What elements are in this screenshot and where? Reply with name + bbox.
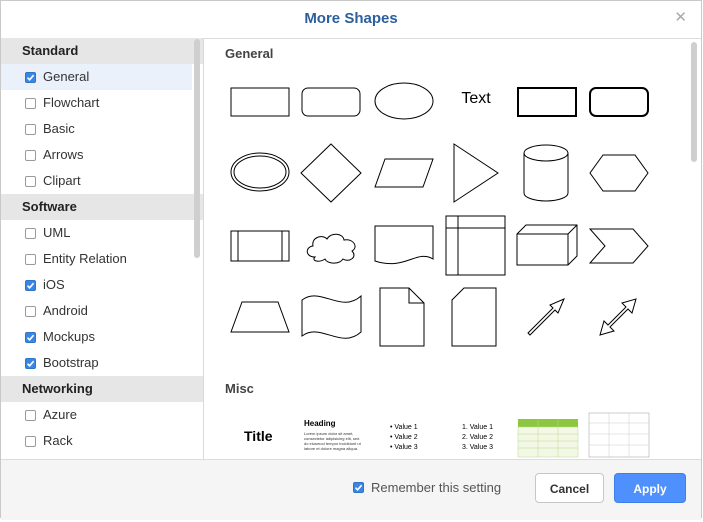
cancel-button[interactable]: Cancel bbox=[535, 473, 604, 503]
list-item: 3. Value 3 bbox=[462, 444, 494, 451]
title-shape[interactable]: Title bbox=[244, 428, 273, 444]
library-item-flowchart[interactable]: Flowchart bbox=[1, 90, 192, 116]
library-item-entity-relation[interactable]: Entity Relation bbox=[1, 246, 192, 272]
list-item: • Value 1 bbox=[390, 424, 418, 431]
hexagon-shape[interactable] bbox=[587, 152, 651, 194]
library-sidebar[interactable]: Standard General Flowchart Basic Arrows … bbox=[1, 38, 204, 459]
document-shape[interactable] bbox=[371, 223, 437, 271]
library-item-label: Clipart bbox=[43, 173, 81, 188]
group-header-networking: Networking bbox=[1, 376, 203, 402]
checkbox-android[interactable] bbox=[25, 305, 36, 317]
dialog-title: More Shapes bbox=[304, 10, 398, 27]
library-item-label: Android bbox=[43, 303, 88, 318]
library-item-android[interactable]: Android bbox=[1, 298, 192, 324]
note-shape[interactable] bbox=[376, 285, 428, 349]
library-item-arrows[interactable]: Arrows bbox=[1, 142, 192, 168]
library-item-label: Rack bbox=[43, 433, 73, 448]
plain-table-shape[interactable] bbox=[588, 412, 652, 458]
library-item-label: General bbox=[43, 69, 90, 84]
double-arrow-shape[interactable] bbox=[594, 293, 642, 341]
dialog-titlebar: More Shapes ✕ bbox=[1, 1, 701, 39]
trapezoid-shape[interactable] bbox=[228, 298, 292, 336]
checkbox-azure[interactable] bbox=[25, 409, 36, 421]
heading-body-text: Lorem ipsum dolor sit amet, consectetur … bbox=[304, 431, 361, 451]
library-item-label: Flowchart bbox=[43, 95, 100, 110]
library-item-label: Entity Relation bbox=[43, 251, 127, 266]
dialog-footer: Remember this setting Cancel Apply bbox=[1, 459, 701, 520]
tape-shape[interactable] bbox=[299, 290, 365, 342]
card-shape[interactable] bbox=[448, 285, 500, 349]
section-title-general: General bbox=[225, 46, 274, 61]
library-item-rack[interactable]: Rack bbox=[1, 428, 192, 454]
library-item-clipart[interactable]: Clipart bbox=[1, 168, 192, 194]
step-shape[interactable] bbox=[587, 226, 651, 266]
remember-setting[interactable]: Remember this setting bbox=[353, 480, 501, 495]
library-item-label: Basic bbox=[43, 121, 75, 136]
parallelogram-shape[interactable] bbox=[371, 156, 437, 190]
checkbox-uml[interactable] bbox=[25, 227, 36, 239]
bulleted-list-shape[interactable]: • Value 1 • Value 2 • Value 3 bbox=[390, 423, 418, 453]
library-item-uml[interactable]: UML bbox=[1, 220, 192, 246]
preview-scrollbar[interactable] bbox=[691, 42, 697, 162]
text-shape[interactable]: Text bbox=[444, 90, 508, 108]
library-item-label: Arrows bbox=[43, 147, 84, 162]
double-ellipse-shape[interactable] bbox=[228, 150, 292, 194]
ellipse-shape[interactable] bbox=[371, 81, 437, 121]
list-item: 2. Value 2 bbox=[462, 434, 494, 441]
rectangle-shape[interactable] bbox=[228, 83, 292, 119]
library-item-label: Bootstrap bbox=[43, 355, 99, 370]
remember-label: Remember this setting bbox=[371, 480, 502, 495]
single-arrow-shape[interactable] bbox=[522, 293, 570, 341]
bold-rounded-rectangle-shape[interactable] bbox=[587, 83, 651, 119]
cloud-shape[interactable] bbox=[301, 227, 363, 267]
remember-checkbox[interactable] bbox=[353, 482, 364, 493]
checkbox-bootstrap[interactable] bbox=[25, 357, 36, 369]
checkbox-flowchart[interactable] bbox=[25, 97, 36, 109]
more-shapes-dialog: More Shapes ✕ Standard General Flowchart… bbox=[0, 0, 703, 520]
checkbox-mockups[interactable] bbox=[25, 331, 36, 343]
checkbox-ios[interactable] bbox=[25, 279, 36, 291]
rhombus-shape[interactable] bbox=[299, 142, 363, 204]
library-item-ios[interactable]: iOS bbox=[1, 272, 192, 298]
internal-storage-shape[interactable] bbox=[444, 213, 508, 279]
process-shape[interactable] bbox=[228, 227, 292, 265]
list-item: • Value 3 bbox=[390, 444, 418, 451]
triangle-shape[interactable] bbox=[450, 141, 502, 205]
library-item-basic[interactable]: Basic bbox=[1, 116, 192, 142]
library-item-label: UML bbox=[43, 225, 71, 240]
group-header-standard: Standard bbox=[1, 38, 203, 64]
rounded-rectangle-shape[interactable] bbox=[299, 83, 363, 119]
group-header-software: Software bbox=[1, 194, 203, 220]
section-title-misc: Misc bbox=[225, 381, 254, 396]
green-table-shape[interactable] bbox=[517, 418, 581, 458]
checkbox-rack[interactable] bbox=[25, 435, 36, 447]
library-item-bootstrap[interactable]: Bootstrap bbox=[1, 350, 192, 376]
library-item-general[interactable]: General bbox=[1, 64, 192, 90]
heading-label: Heading bbox=[304, 419, 336, 428]
heading-text-shape[interactable]: Heading Lorem ipsum dolor sit amet, cons… bbox=[304, 419, 364, 451]
apply-button[interactable]: Apply bbox=[614, 473, 686, 503]
checkbox-clipart[interactable] bbox=[25, 175, 36, 187]
library-item-mockups[interactable]: Mockups bbox=[1, 324, 192, 350]
cube-shape[interactable] bbox=[515, 223, 581, 269]
checkbox-entity-relation[interactable] bbox=[25, 253, 36, 265]
checkbox-basic[interactable] bbox=[25, 123, 36, 135]
checkbox-arrows[interactable] bbox=[25, 149, 36, 161]
library-item-label: Mockups bbox=[43, 329, 96, 344]
library-item-azure[interactable]: Azure bbox=[1, 402, 192, 428]
close-icon[interactable]: ✕ bbox=[674, 8, 687, 26]
library-item-label: Azure bbox=[43, 407, 77, 422]
bold-rectangle-shape[interactable] bbox=[515, 83, 579, 119]
list-item: • Value 2 bbox=[390, 434, 418, 441]
numbered-list-shape[interactable]: 1. Value 1 2. Value 2 3. Value 3 bbox=[462, 423, 493, 453]
library-item-label: iOS bbox=[43, 277, 65, 292]
cylinder-shape[interactable] bbox=[520, 141, 572, 205]
shape-preview-pane[interactable]: General Text Misc Title Heading Lorem ip… bbox=[204, 38, 703, 459]
sidebar-scrollbar[interactable] bbox=[194, 39, 200, 258]
list-item: 1. Value 1 bbox=[462, 424, 494, 431]
checkbox-general[interactable] bbox=[25, 71, 36, 83]
